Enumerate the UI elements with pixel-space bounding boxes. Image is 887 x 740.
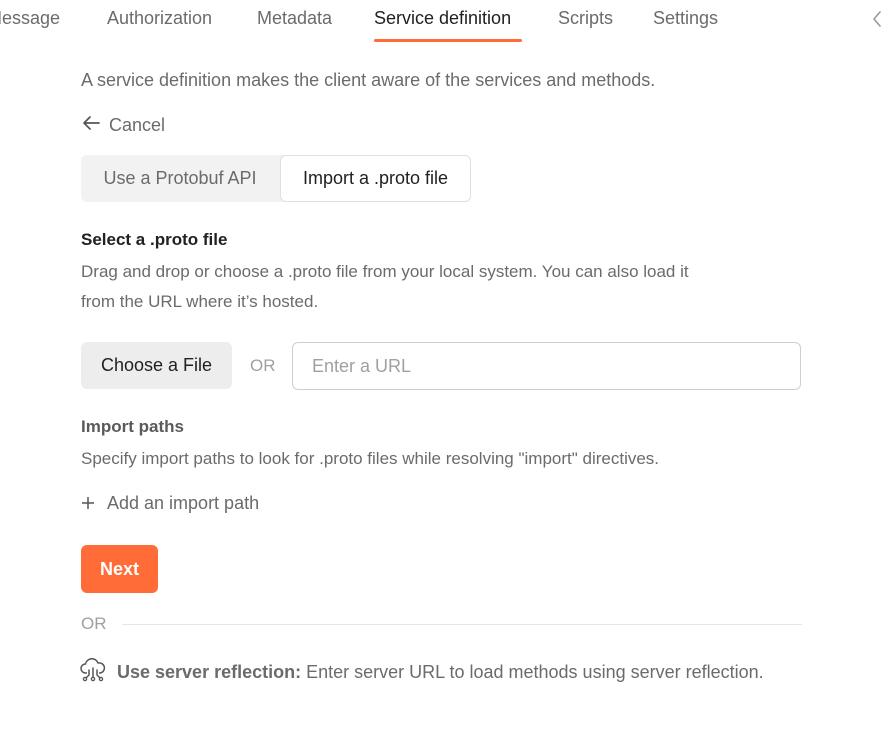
tab-authorization[interactable]: Authorization (107, 8, 212, 29)
server-reflection-description: Enter server URL to load methods using s… (306, 661, 764, 682)
cancel-label: Cancel (109, 114, 166, 135)
tab-metadata[interactable]: Metadata (257, 8, 332, 29)
plus-icon (81, 492, 95, 515)
tab-scripts[interactable]: Scripts (558, 8, 613, 29)
server-reflection-option: Use server reflection: Enter server URL … (80, 657, 764, 687)
select-proto-description-line2: from the URL where it’s hosted. (81, 292, 319, 311)
tab-service-definition[interactable]: Service definition (374, 8, 511, 29)
or-divider-label: OR (81, 614, 107, 633)
import-paths-description: Specify import paths to look for .proto … (81, 449, 660, 468)
chevron-left-icon[interactable] (871, 10, 883, 28)
arrow-left-icon (81, 115, 109, 136)
next-button[interactable]: Next (81, 545, 158, 593)
add-import-path-button[interactable]: Add an import path (81, 491, 259, 515)
cloud-network-icon (80, 657, 117, 687)
definition-source-toggle: Use a Protobuf API Import a .proto file (81, 155, 471, 202)
select-proto-title: Select a .proto file (81, 230, 228, 249)
choose-file-button[interactable]: Choose a File (81, 342, 232, 389)
server-reflection-link[interactable]: Use server reflection: (117, 662, 301, 683)
import-paths-title: Import paths (81, 417, 184, 436)
select-proto-description-line1: Drag and drop or choose a .proto file fr… (81, 262, 689, 281)
segment-import-proto[interactable]: Import a .proto file (280, 155, 471, 202)
intro-text: A service definition makes the client aw… (81, 70, 656, 90)
divider (122, 624, 802, 625)
cancel-link[interactable]: Cancel (81, 113, 165, 137)
active-tab-indicator (374, 39, 522, 42)
tab-message[interactable]: Message (0, 8, 60, 29)
tab-bar: Message Authorization Metadata Service d… (0, 0, 887, 44)
or-separator: OR (250, 356, 276, 375)
segment-protobuf-api[interactable]: Use a Protobuf API (81, 155, 279, 202)
proto-url-input[interactable] (292, 342, 801, 390)
tab-settings[interactable]: Settings (653, 8, 718, 29)
add-import-path-label: Add an import path (107, 492, 260, 513)
